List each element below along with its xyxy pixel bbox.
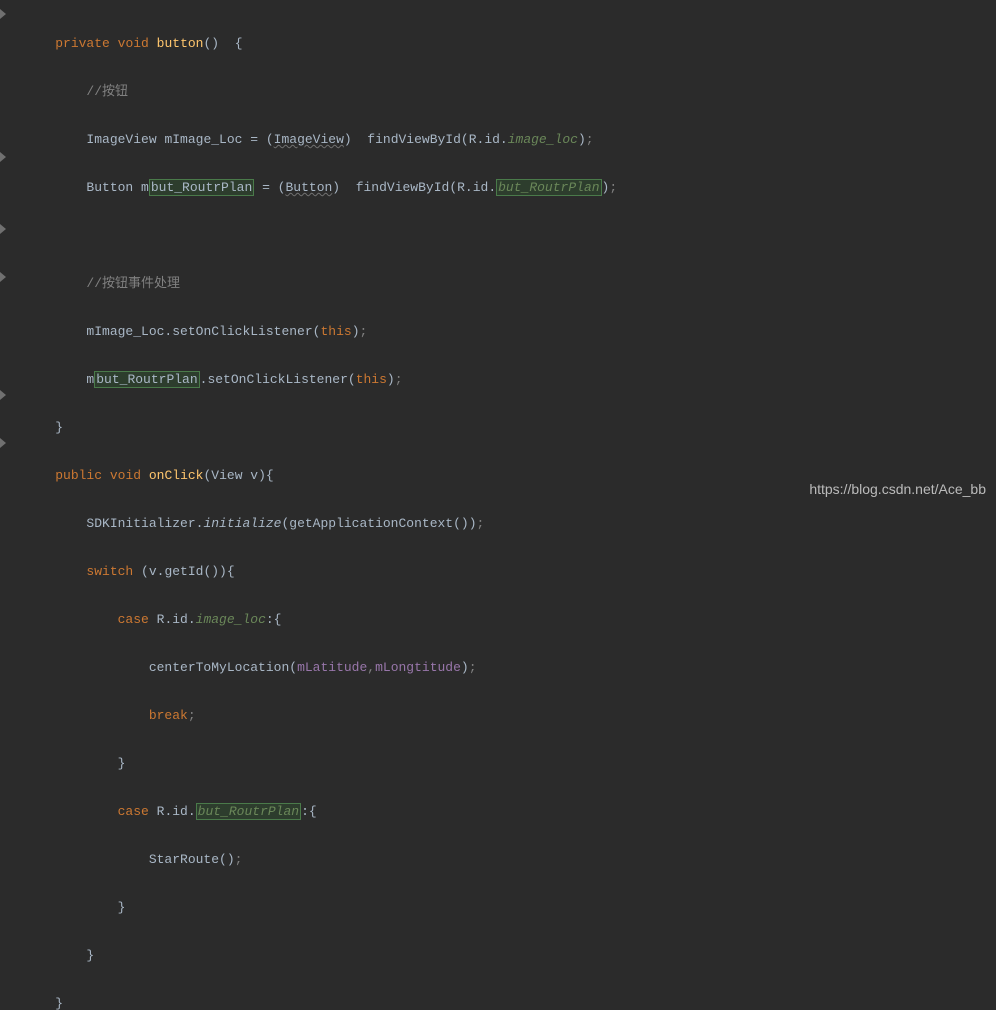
punct: ): [387, 372, 395, 387]
field-ref: mLatitude: [297, 660, 367, 675]
gutter-override-icon: [0, 438, 6, 448]
semicolon: ;: [609, 180, 617, 195]
punct: () {: [203, 36, 242, 51]
class-ref: SDKInitializer.: [86, 516, 203, 531]
comment: //按钮事件处理: [86, 276, 180, 291]
keyword-switch: switch: [86, 564, 133, 579]
call: ) findViewById(R.id.: [344, 132, 508, 147]
keyword-public: public: [55, 468, 102, 483]
code-line: switch (v.getId()){: [24, 560, 996, 584]
call: mImage_Loc.setOnClickListener(: [86, 324, 320, 339]
gutter-override-icon: [0, 272, 6, 282]
keyword-void: void: [118, 36, 149, 51]
brace-open: {: [266, 468, 274, 483]
gutter-override-icon: [0, 390, 6, 400]
gutter-override-icon: [0, 9, 6, 19]
semicolon: ;: [360, 324, 368, 339]
semicolon: ;: [235, 852, 243, 867]
code-line: [24, 224, 996, 248]
keyword-break: break: [149, 708, 188, 723]
unused-cast: ImageView: [274, 132, 344, 147]
keyword-this: this: [356, 372, 387, 387]
brace-close: }: [118, 900, 126, 915]
call: StarRoute(): [149, 852, 235, 867]
keyword-this: this: [320, 324, 351, 339]
semicolon: ;: [586, 132, 594, 147]
field-ref: mLongtitude: [375, 660, 461, 675]
code-line: case R.id.but_RoutrPlan:{: [24, 800, 996, 824]
call: .setOnClickListener(: [200, 372, 356, 387]
semicolon: ;: [188, 708, 196, 723]
var-decl: m: [133, 180, 149, 195]
code-line: SDKInitializer.initialize(getApplication…: [24, 512, 996, 536]
unused-cast: Button: [285, 180, 332, 195]
punct: :{: [266, 612, 282, 627]
code-line: break;: [24, 704, 996, 728]
code-line: mbut_RoutrPlan.setOnClickListener(this);: [24, 368, 996, 392]
code-line: }: [24, 896, 996, 920]
code-line: //按钮事件处理: [24, 272, 996, 296]
rid: R.id.: [149, 612, 196, 627]
method-name: button: [157, 36, 204, 51]
call: ) findViewById(R.id.: [332, 180, 496, 195]
watermark-text: https://blog.csdn.net/Ace_bb: [809, 481, 986, 497]
highlighted-field-ref: but_RoutrPlan: [496, 179, 601, 196]
brace-close: }: [55, 996, 63, 1010]
highlighted-identifier: but_RoutrPlan: [149, 179, 254, 196]
code-editor[interactable]: private void button() { //按钮 ImageView m…: [24, 8, 996, 1010]
code-line: }: [24, 944, 996, 968]
call: (getApplicationContext()): [281, 516, 476, 531]
brace-close: }: [118, 756, 126, 771]
brace-close: }: [55, 420, 63, 435]
code-line: case R.id.image_loc:{: [24, 608, 996, 632]
rid: R.id.: [149, 804, 196, 819]
code-line: }: [24, 992, 996, 1010]
punct: ): [461, 660, 469, 675]
code-line: private void button() {: [24, 32, 996, 56]
semicolon: ;: [395, 372, 403, 387]
keyword-void: void: [110, 468, 141, 483]
code-line: //按钮: [24, 80, 996, 104]
expr: (v.getId()){: [133, 564, 234, 579]
field-ref: image_loc: [196, 612, 266, 627]
code-line: centerToMyLocation(mLatitude,mLongtitude…: [24, 656, 996, 680]
semicolon: ;: [477, 516, 485, 531]
type-name: Button: [86, 180, 133, 195]
params: (View v): [203, 468, 265, 483]
punct: = (: [254, 180, 285, 195]
gutter-override-icon: [0, 152, 6, 162]
punct: :{: [301, 804, 317, 819]
code-line: Button mbut_RoutrPlan = (Button) findVie…: [24, 176, 996, 200]
code-line: StarRoute();: [24, 848, 996, 872]
keyword-case: case: [118, 804, 149, 819]
comma: ,: [367, 660, 375, 675]
keyword-case: case: [118, 612, 149, 627]
code-line: mImage_Loc.setOnClickListener(this);: [24, 320, 996, 344]
comment: //按钮: [86, 84, 128, 99]
code-line: }: [24, 752, 996, 776]
editor-gutter: [0, 0, 24, 505]
punct: ): [352, 324, 360, 339]
punct: ): [578, 132, 586, 147]
semicolon: ;: [469, 660, 477, 675]
keyword-private: private: [55, 36, 110, 51]
brace-close: }: [86, 948, 94, 963]
highlighted-field-ref: but_RoutrPlan: [196, 803, 301, 820]
field-ref: image_loc: [508, 132, 578, 147]
var-decl: mImage_Loc = (: [157, 132, 274, 147]
code-line: }: [24, 416, 996, 440]
static-method: initialize: [203, 516, 281, 531]
code-line: ImageView mImage_Loc = (ImageView) findV…: [24, 128, 996, 152]
method-name: onClick: [149, 468, 204, 483]
type-name: ImageView: [86, 132, 156, 147]
highlighted-identifier: but_RoutrPlan: [94, 371, 199, 388]
gutter-override-icon: [0, 224, 6, 234]
call: centerToMyLocation(: [149, 660, 297, 675]
